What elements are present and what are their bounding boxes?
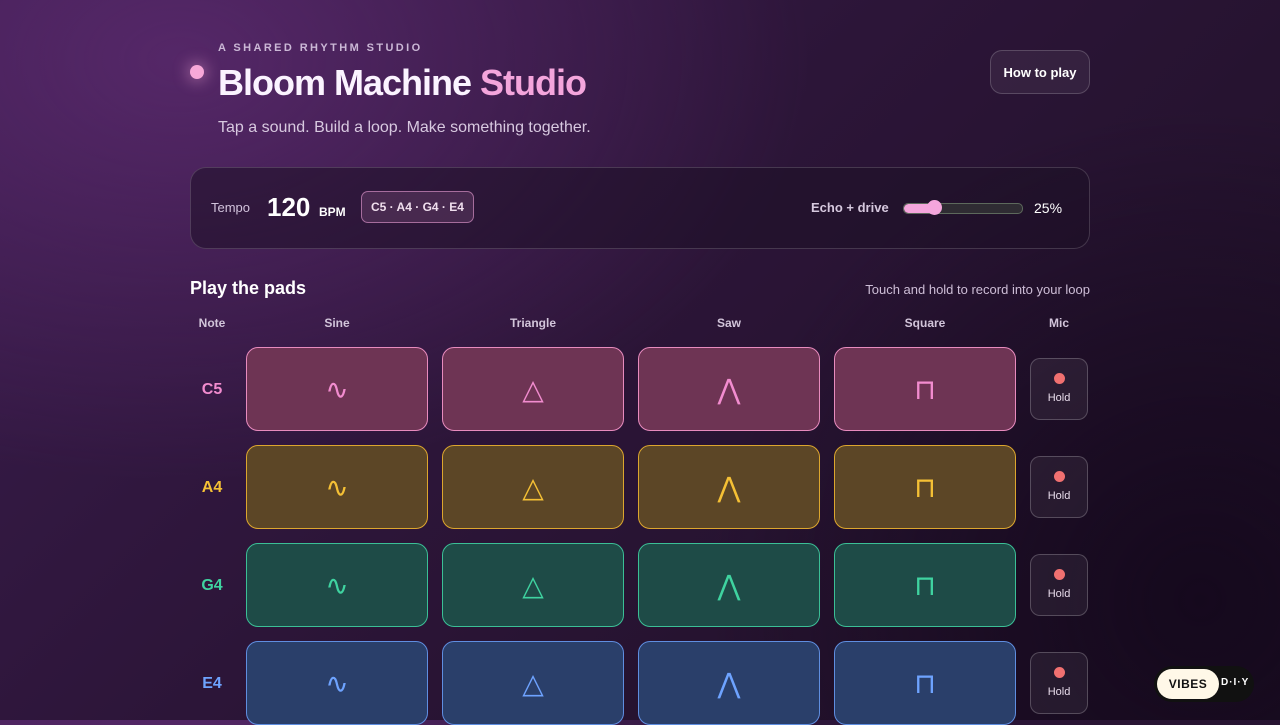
saw-wave-icon: ⋀ — [717, 666, 741, 700]
record-dot-icon — [1054, 569, 1065, 580]
hold-button-e4[interactable]: Hold — [1030, 652, 1088, 714]
pad-c5-sine[interactable]: ∿ — [246, 347, 428, 431]
hold-label: Hold — [1047, 392, 1071, 404]
app-container: A SHARED RHYTHM STUDIO Bloom Machine Stu… — [190, 0, 1090, 725]
pad-c5-triangle[interactable]: △ — [442, 347, 624, 431]
pad-a4-square[interactable]: ⊓ — [834, 445, 1016, 529]
saw-wave-icon: ⋀ — [717, 568, 741, 602]
echo-slider[interactable] — [903, 200, 1023, 215]
echo-label: Echo + drive — [811, 200, 889, 215]
pad-g4-saw[interactable]: ⋀ — [638, 543, 820, 627]
sine-wave-icon: ∿ — [325, 568, 349, 602]
hold-button-c5[interactable]: Hold — [1030, 358, 1088, 420]
col-head-saw: Saw — [716, 316, 741, 330]
tempo-value: 120 — [267, 192, 311, 222]
pads-hint: Touch and hold to record into your loop — [865, 282, 1090, 297]
row-label-e4: E4 — [202, 675, 222, 692]
sine-wave-icon: ∿ — [325, 372, 349, 406]
triangle-wave-icon: △ — [522, 568, 544, 602]
page-title: Bloom Machine Studio — [218, 62, 587, 104]
sine-wave-icon: ∿ — [325, 666, 349, 700]
pad-e4-saw[interactable]: ⋀ — [638, 641, 820, 725]
hold-button-a4[interactable]: Hold — [1030, 456, 1088, 518]
pad-e4-triangle[interactable]: △ — [442, 641, 624, 725]
saw-wave-icon: ⋀ — [717, 470, 741, 504]
pad-g4-square[interactable]: ⊓ — [834, 543, 1016, 627]
sine-wave-icon: ∿ — [325, 470, 349, 504]
pads-title: Play the pads — [190, 278, 307, 298]
col-head-note: Note — [198, 316, 226, 330]
record-dot-icon — [1054, 471, 1065, 482]
pad-e4-square[interactable]: ⊓ — [834, 641, 1016, 725]
how-to-play-button[interactable]: How to play — [990, 50, 1090, 94]
square-wave-icon: ⊓ — [914, 470, 936, 504]
triangle-wave-icon: △ — [522, 372, 544, 406]
pad-c5-square[interactable]: ⊓ — [834, 347, 1016, 431]
col-head-square: Square — [904, 316, 946, 330]
triangle-wave-icon: △ — [522, 470, 544, 504]
pad-c5-saw[interactable]: ⋀ — [638, 347, 820, 431]
square-wave-icon: ⊓ — [914, 568, 936, 602]
vibes-diy-badge[interactable]: VIBES D·I·Y — [1154, 666, 1254, 702]
tempo-unit: BPM — [319, 205, 346, 219]
pad-e4-sine[interactable]: ∿ — [246, 641, 428, 725]
pad-g4-sine[interactable]: ∿ — [246, 543, 428, 627]
col-head-mic: Mic — [1048, 316, 1069, 330]
echo-slider-thumb[interactable] — [926, 200, 942, 215]
control-bar: Tempo 120 BPM C5 · A4 · G4 · E4 Echo + d… — [190, 167, 1090, 249]
square-wave-icon: ⊓ — [914, 666, 936, 700]
title-main: Bloom Machine — [218, 62, 472, 103]
brand-dot-icon — [190, 65, 204, 79]
hold-label: Hold — [1047, 490, 1071, 502]
hold-label: Hold — [1047, 686, 1071, 698]
triangle-wave-icon: △ — [522, 666, 544, 700]
hold-button-g4[interactable]: Hold — [1030, 554, 1088, 616]
col-head-triangle: Triangle — [509, 316, 556, 330]
row-label-c5: C5 — [201, 381, 223, 398]
square-wave-icon: ⊓ — [914, 372, 936, 406]
pad-g4-triangle[interactable]: △ — [442, 543, 624, 627]
record-dot-icon — [1054, 373, 1065, 384]
record-dot-icon — [1054, 667, 1065, 678]
diy-label: D·I·Y — [1221, 677, 1250, 688]
notes-chip: C5 · A4 · G4 · E4 — [361, 191, 474, 223]
echo-value: 25% — [1034, 200, 1063, 216]
pad-a4-triangle[interactable]: △ — [442, 445, 624, 529]
row-label-g4: G4 — [201, 577, 223, 594]
pad-a4-sine[interactable]: ∿ — [246, 445, 428, 529]
row-label-a4: A4 — [201, 479, 223, 496]
title-accent: Studio — [480, 62, 587, 103]
kicker: A SHARED RHYTHM STUDIO — [218, 42, 423, 54]
vibes-logo: VIBES — [1157, 669, 1219, 699]
saw-wave-icon: ⋀ — [717, 372, 741, 406]
tempo-label: Tempo — [211, 200, 251, 215]
hold-label: Hold — [1047, 588, 1071, 600]
pad-a4-saw[interactable]: ⋀ — [638, 445, 820, 529]
subtitle: Tap a sound. Build a loop. Make somethin… — [218, 119, 591, 136]
col-head-sine: Sine — [324, 316, 350, 330]
